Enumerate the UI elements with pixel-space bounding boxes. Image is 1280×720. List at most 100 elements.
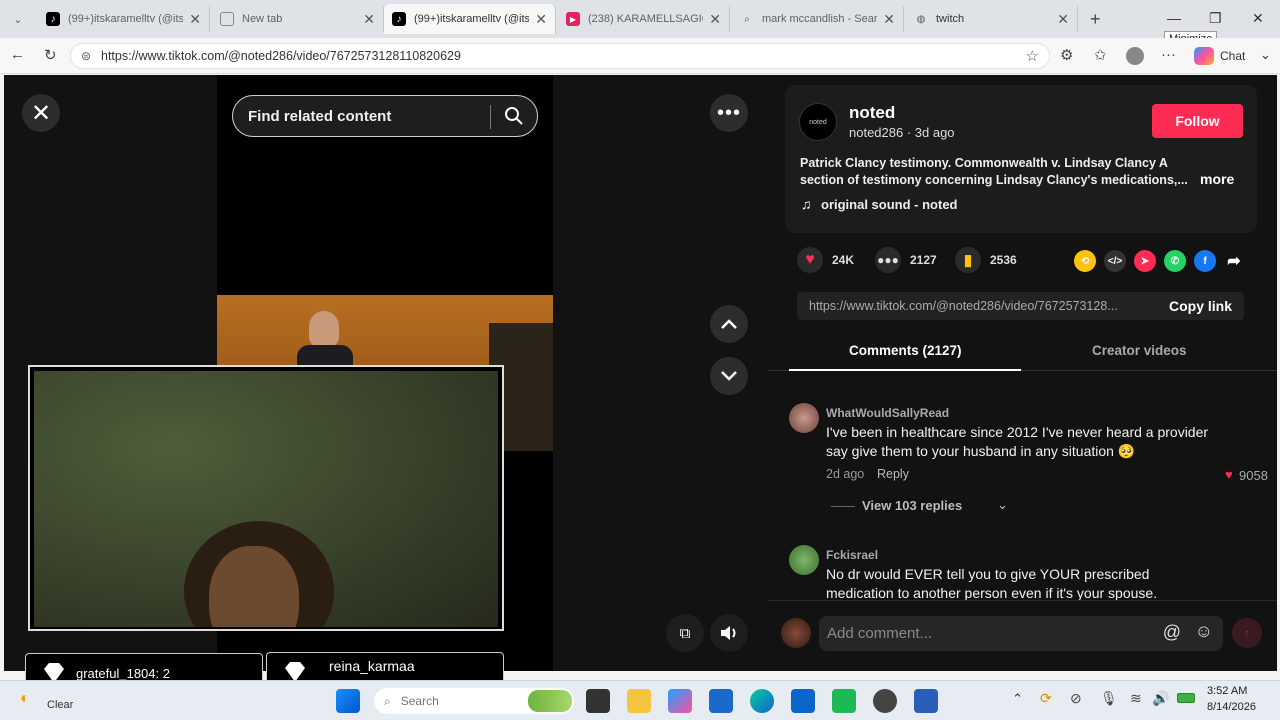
- follow-button[interactable]: Follow: [1152, 104, 1243, 138]
- copy-link-button[interactable]: Copy link: [1169, 298, 1232, 314]
- bookmark-icon: ▮: [955, 247, 981, 273]
- comment-item: WhatWouldSallyRead I've been in healthca…: [789, 401, 1268, 521]
- start-icon[interactable]: [336, 689, 360, 713]
- reply-button[interactable]: Reply: [877, 467, 909, 481]
- tab-comments[interactable]: Comments (2127): [849, 343, 962, 358]
- post-comment-button[interactable]: ↑: [1232, 618, 1262, 648]
- close-tab-icon[interactable]: ✕: [1057, 11, 1069, 28]
- extensions-icon[interactable]: ⚙: [1060, 46, 1073, 64]
- avatar[interactable]: [789, 403, 819, 433]
- chat-label[interactable]: Chat: [1220, 49, 1245, 63]
- close-video-button[interactable]: ✕: [22, 94, 60, 132]
- browser-tab-5[interactable]: ⌕ mark mccandlish - Searc ✕: [732, 6, 904, 32]
- repost-icon[interactable]: ⟲: [1074, 250, 1096, 272]
- close-tab-icon[interactable]: ✕: [883, 11, 895, 28]
- find-related-search[interactable]: Find related content: [232, 95, 538, 137]
- clock-date[interactable]: 8/14/2026: [1207, 701, 1256, 713]
- like-button[interactable]: ♥ 24K: [797, 247, 854, 273]
- arrow-up-icon: ↑: [1243, 625, 1251, 641]
- site-info-icon[interactable]: ⊜: [81, 49, 91, 63]
- browser-tab-6[interactable]: ◍ twitch ✕: [906, 6, 1078, 32]
- miniplayer-button[interactable]: ⧉: [666, 614, 704, 652]
- close-tab-icon[interactable]: ✕: [535, 11, 547, 28]
- minimize-button[interactable]: —: [1167, 10, 1181, 26]
- volume-button[interactable]: [710, 614, 748, 652]
- network-off-icon[interactable]: ⊘: [1070, 690, 1082, 707]
- app-icon[interactable]: [873, 689, 897, 713]
- taskbar-search[interactable]: ⌕ Search: [374, 688, 574, 714]
- comment-item: Fckisrael No dr would EVER tell you to g…: [789, 543, 1259, 600]
- previous-video-button[interactable]: [710, 305, 748, 343]
- comment-username[interactable]: WhatWouldSallyRead: [826, 406, 949, 420]
- browser-tab-4[interactable]: ▶ (238) KARAMELLSAGIOU ✕: [558, 6, 730, 32]
- sync-icon[interactable]: ⟳: [1040, 690, 1052, 707]
- comment-username[interactable]: Fckisrael: [826, 548, 878, 562]
- comment-input[interactable]: Add comment... @ ☺: [819, 616, 1223, 651]
- file-explorer-icon[interactable]: [627, 689, 651, 713]
- battery-icon[interactable]: [1177, 693, 1195, 703]
- store-icon[interactable]: [709, 689, 733, 713]
- facebook-icon[interactable]: f: [1194, 250, 1216, 272]
- url-input[interactable]: ⊜ https://www.tiktok.com/@noted286/video…: [70, 43, 1050, 69]
- browser-tab-2[interactable]: New tab ✕: [212, 6, 384, 32]
- restore-button[interactable]: ❐: [1209, 10, 1222, 27]
- save-button[interactable]: ▮ 2536: [955, 247, 1017, 273]
- close-tab-icon[interactable]: ✕: [189, 11, 201, 28]
- webcam-overlay: [28, 365, 504, 631]
- more-menu-icon[interactable]: ···: [1161, 46, 1176, 63]
- chevron-up-icon[interactable]: ⌃: [1012, 691, 1023, 707]
- next-video-button[interactable]: [710, 357, 748, 395]
- mention-icon[interactable]: @: [1163, 622, 1181, 643]
- view-replies-button[interactable]: View 103 replies: [862, 498, 962, 513]
- sound-name[interactable]: original sound - noted: [821, 197, 958, 212]
- comment-composer: Add comment... @ ☺ ↑: [767, 600, 1277, 671]
- more-options-button[interactable]: •••: [710, 94, 748, 132]
- wifi-icon[interactable]: ≋: [1130, 690, 1142, 707]
- weather-label[interactable]: Clear: [47, 699, 73, 711]
- reload-icon[interactable]: ↻: [44, 46, 57, 64]
- close-window-button[interactable]: ✕: [1252, 10, 1264, 27]
- embed-icon[interactable]: </>: [1104, 250, 1126, 272]
- tab-list-button[interactable]: ⌄: [0, 6, 36, 32]
- search-icon[interactable]: [504, 106, 524, 130]
- word-icon[interactable]: [914, 689, 938, 713]
- creator-handle-time: noted286 · 3d ago: [849, 125, 955, 140]
- url-text: https://www.tiktok.com/@noted286/video/7…: [101, 49, 461, 63]
- edge-icon[interactable]: [750, 689, 774, 713]
- heart-icon[interactable]: ♥: [1225, 467, 1233, 482]
- copilot-icon[interactable]: [1194, 47, 1214, 65]
- comment-button[interactable]: ●●● 2127: [875, 247, 937, 273]
- whatsapp-icon[interactable]: ✆: [1164, 250, 1186, 272]
- clock-time[interactable]: 3:52 AM: [1207, 685, 1247, 697]
- comments-tabs: Comments (2127) Creator videos: [767, 333, 1277, 371]
- app-icon[interactable]: [832, 689, 856, 713]
- share-arrow-icon[interactable]: ➦: [1223, 250, 1245, 272]
- emoji-icon[interactable]: ☺: [1195, 621, 1213, 642]
- comment-text: No dr would EVER tell you to give YOUR p…: [826, 566, 1158, 600]
- heart-icon: ♥: [797, 247, 823, 273]
- copilot-app-icon[interactable]: [668, 689, 692, 713]
- chevron-down-icon: ⌄: [997, 497, 1008, 512]
- avatar[interactable]: [789, 545, 819, 575]
- new-tab-button[interactable]: +: [1082, 6, 1112, 32]
- globe-icon: ◍: [916, 13, 926, 25]
- browser-tab-3[interactable]: ♪ (99+)itskaramelltv (@its ✕: [384, 4, 556, 34]
- close-tab-icon[interactable]: ✕: [363, 11, 375, 28]
- creator-name[interactable]: noted: [849, 103, 895, 123]
- favorites-icon[interactable]: ✩: [1094, 46, 1107, 64]
- more-link[interactable]: more: [1200, 171, 1234, 187]
- task-view-icon[interactable]: [586, 689, 610, 713]
- close-tab-icon[interactable]: ✕: [709, 11, 721, 28]
- creator-avatar[interactable]: noted: [799, 103, 837, 141]
- speaker-icon[interactable]: 🔊: [1152, 690, 1169, 707]
- tab-creator-videos[interactable]: Creator videos: [1092, 343, 1187, 358]
- back-icon[interactable]: ←: [10, 46, 25, 63]
- outlook-icon[interactable]: [791, 689, 815, 713]
- browser-tab-1[interactable]: ♪ (99+)itskaramelltv (@its ✕: [38, 6, 210, 32]
- profile-avatar[interactable]: [1126, 47, 1144, 65]
- chevron-down-icon: ⌄: [13, 13, 23, 26]
- microphone-icon[interactable]: 🎙: [1100, 690, 1118, 707]
- send-to-friends-icon[interactable]: ➤: [1134, 250, 1156, 272]
- star-icon[interactable]: ☆: [1026, 47, 1039, 65]
- chevron-down-icon[interactable]: ⌄: [1260, 47, 1271, 63]
